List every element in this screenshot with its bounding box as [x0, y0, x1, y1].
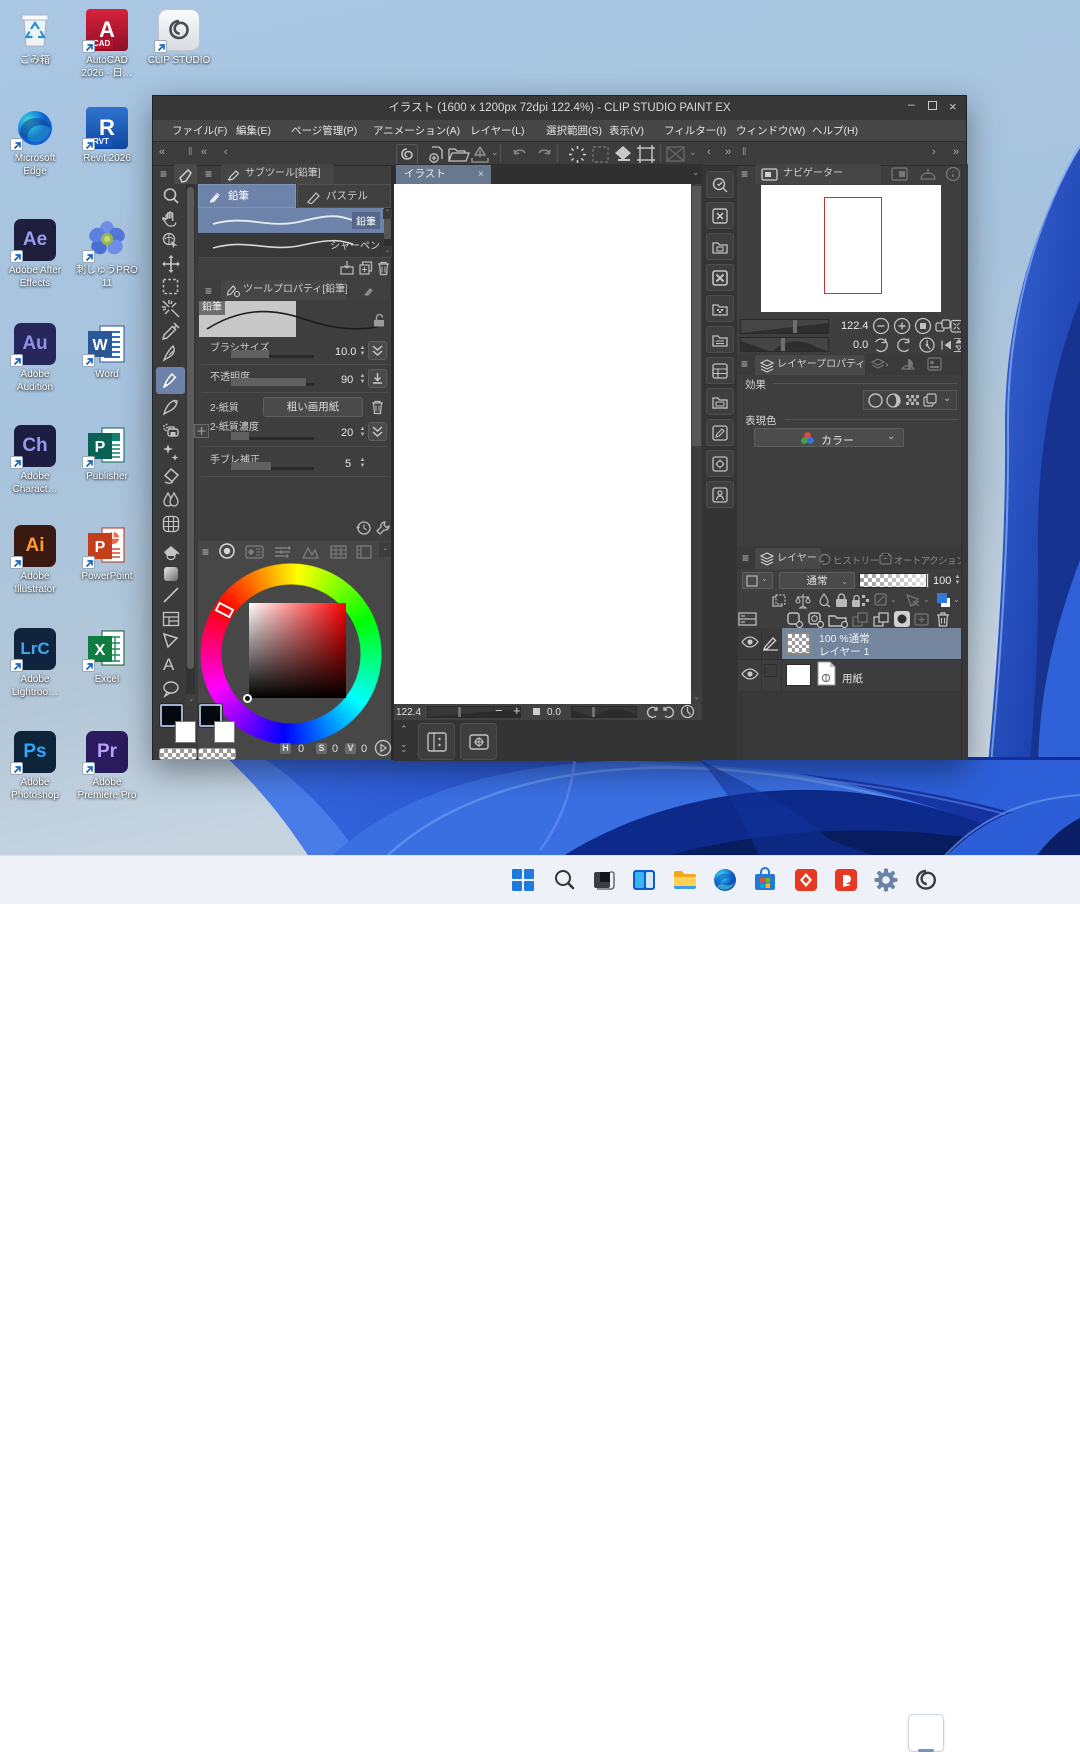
svg-text:P: P: [95, 539, 106, 556]
svg-text:P: P: [95, 439, 106, 456]
svg-text:X: X: [95, 642, 106, 659]
svg-text:W: W: [92, 337, 108, 354]
